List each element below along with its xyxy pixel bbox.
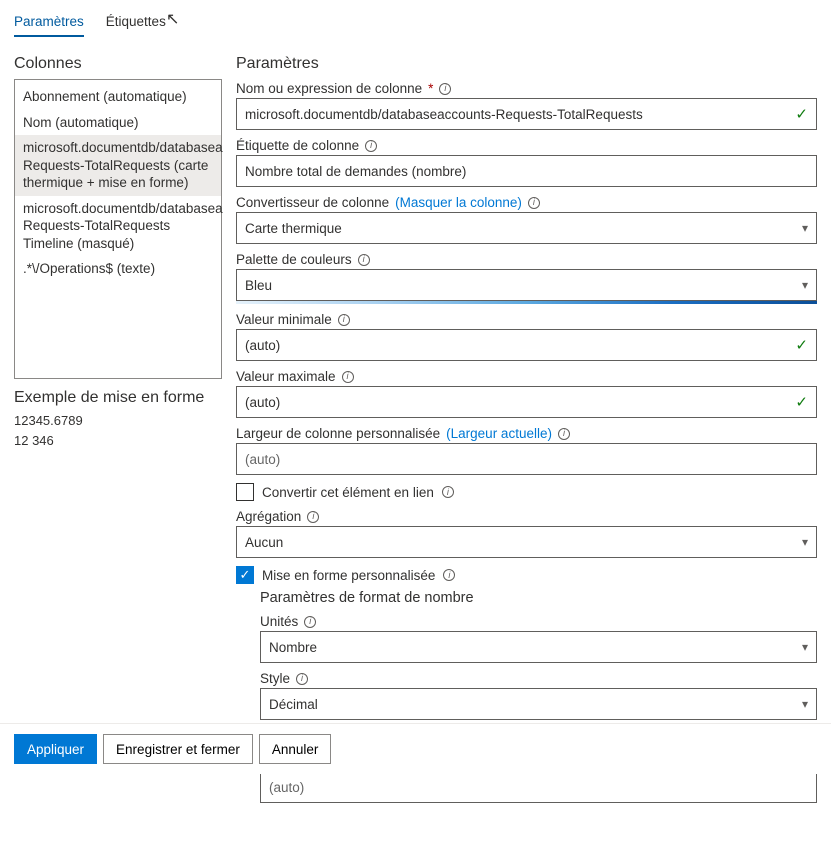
chevron-down-icon: ▾ — [802, 221, 808, 235]
tab-tags[interactable]: Étiquettes — [106, 14, 166, 37]
footer-actions: Appliquer Enregistrer et fermer Annuler — [0, 723, 831, 774]
units-label: Unités — [260, 614, 298, 629]
width-input[interactable]: (auto) — [236, 443, 817, 475]
chevron-down-icon: ▾ — [802, 535, 808, 549]
info-icon[interactable]: i — [558, 428, 570, 440]
col-name-value: microsoft.documentdb/databaseaccounts-Re… — [245, 107, 643, 122]
min-int-value: (auto) — [269, 780, 304, 795]
max-label: Valeur maximale — [236, 369, 336, 384]
cancel-button[interactable]: Annuler — [259, 734, 332, 764]
min-input[interactable]: (auto) ✓ — [236, 329, 817, 361]
make-link-label: Convertir cet élément en lien — [262, 485, 434, 500]
current-width-link[interactable]: (Largeur actuelle) — [446, 426, 552, 441]
hide-column-link[interactable]: (Masquer la colonne) — [395, 195, 522, 210]
style-label: Style — [260, 671, 290, 686]
required-asterisk: * — [428, 81, 433, 96]
palette-select[interactable]: Bleu ▾ — [236, 269, 817, 301]
info-icon[interactable]: i — [338, 314, 350, 326]
units-select[interactable]: Nombre ▾ — [260, 631, 817, 663]
info-icon[interactable]: i — [439, 83, 451, 95]
chevron-down-icon: ▾ — [802, 640, 808, 654]
min-label: Valeur minimale — [236, 312, 332, 327]
number-format-heading: Paramètres de format de nombre — [260, 590, 817, 606]
renderer-label: Convertisseur de colonne — [236, 195, 389, 210]
chevron-down-icon: ▾ — [802, 697, 808, 711]
col-name-label: Nom ou expression de colonne — [236, 81, 422, 96]
info-icon[interactable]: i — [442, 486, 454, 498]
save-close-button[interactable]: Enregistrer et fermer — [103, 734, 253, 764]
make-link-checkbox[interactable] — [236, 483, 254, 501]
settings-heading: Paramètres — [236, 55, 817, 73]
max-value: (auto) — [245, 395, 280, 410]
tab-settings[interactable]: Paramètres — [14, 14, 84, 37]
tabs: Paramètres Étiquettes — [14, 14, 817, 37]
column-item[interactable]: Abonnement (automatique) — [15, 84, 221, 110]
example-value-raw: 12345.6789 — [14, 411, 222, 431]
renderer-value: Carte thermique — [245, 221, 342, 236]
info-icon[interactable]: i — [528, 197, 540, 209]
max-input[interactable]: (auto) ✓ — [236, 386, 817, 418]
column-item[interactable]: microsoft.documentdb/databasea Requests-… — [15, 135, 221, 196]
column-item[interactable]: microsoft.documentdb/databasea Requests-… — [15, 196, 221, 257]
info-icon[interactable]: i — [296, 673, 308, 685]
col-name-select[interactable]: microsoft.documentdb/databaseaccounts-Re… — [236, 98, 817, 130]
min-value: (auto) — [245, 338, 280, 353]
width-label: Largeur de colonne personnalisée — [236, 426, 440, 441]
info-icon[interactable]: i — [342, 371, 354, 383]
apply-button[interactable]: Appliquer — [14, 734, 97, 764]
validated-check-icon: ✓ — [795, 105, 808, 123]
info-icon[interactable]: i — [358, 254, 370, 266]
info-icon[interactable]: i — [443, 569, 455, 581]
columns-list: Abonnement (automatique) Nom (automatiqu… — [14, 79, 222, 379]
info-icon[interactable]: i — [365, 140, 377, 152]
col-label-input[interactable]: Nombre total de demandes (nombre) — [236, 155, 817, 187]
validated-check-icon: ✓ — [795, 393, 808, 411]
min-int-input[interactable]: (auto) — [260, 771, 817, 803]
column-item[interactable]: .​*\/Operations$ (texte) — [15, 256, 221, 282]
example-heading: Exemple de mise en forme — [14, 389, 222, 407]
custom-format-label: Mise en forme personnalisée — [262, 568, 435, 583]
palette-label: Palette de couleurs — [236, 252, 352, 267]
col-label-value: Nombre total de demandes (nombre) — [245, 164, 466, 179]
custom-format-checkbox[interactable]: ✓ — [236, 566, 254, 584]
width-value: (auto) — [245, 452, 280, 467]
info-icon[interactable]: i — [307, 511, 319, 523]
renderer-select[interactable]: Carte thermique ▾ — [236, 212, 817, 244]
example-value-formatted: 12 346 — [14, 431, 222, 451]
column-item[interactable]: Nom (automatique) — [15, 110, 221, 136]
palette-value: Bleu — [245, 278, 272, 293]
agg-value: Aucun — [245, 535, 283, 550]
validated-check-icon: ✓ — [795, 336, 808, 354]
col-label-label: Étiquette de colonne — [236, 138, 359, 153]
columns-heading: Colonnes — [14, 55, 222, 73]
agg-label: Agrégation — [236, 509, 301, 524]
chevron-down-icon: ▾ — [802, 278, 808, 292]
info-icon[interactable]: i — [304, 616, 316, 628]
units-value: Nombre — [269, 640, 317, 655]
style-value: Décimal — [269, 697, 318, 712]
agg-select[interactable]: Aucun ▾ — [236, 526, 817, 558]
style-select[interactable]: Décimal ▾ — [260, 688, 817, 720]
